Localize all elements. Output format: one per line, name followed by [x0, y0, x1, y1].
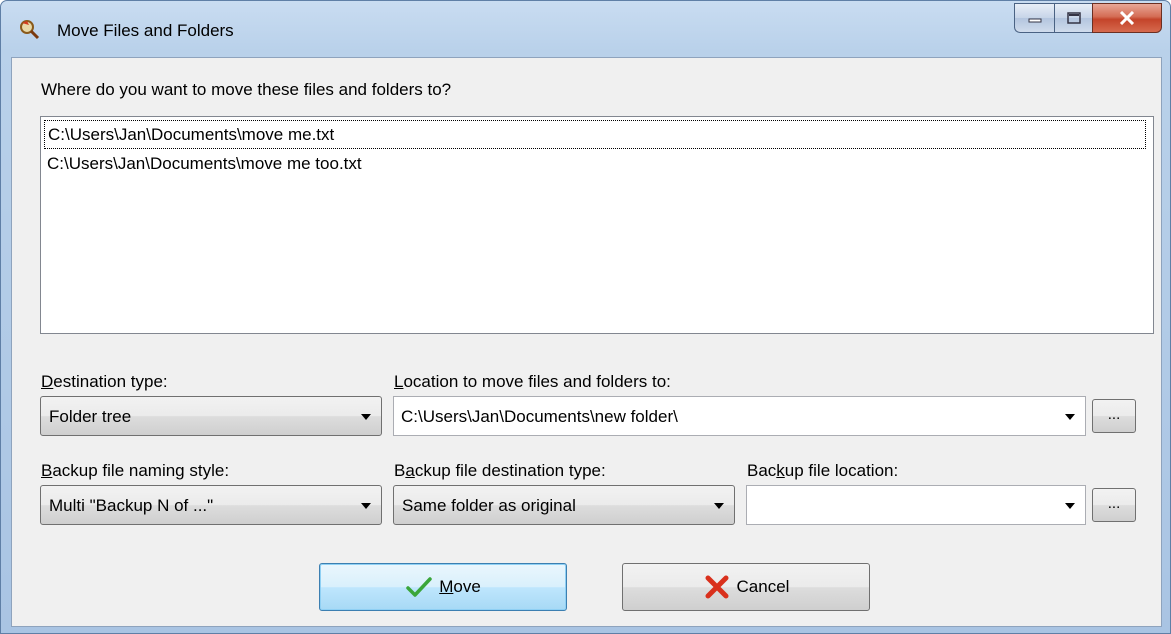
cancel-button-label: Cancel	[736, 577, 790, 596]
minimize-button[interactable]	[1014, 3, 1054, 33]
location-value: C:\Users\Jan\Documents\new folder\	[401, 407, 678, 426]
files-listbox[interactable]: C:\Users\Jan\Documents\move me.txt C:\Us…	[40, 116, 1154, 334]
location-label: Location to move files and folders to:	[394, 372, 671, 391]
chevron-down-icon	[1065, 414, 1075, 420]
backup-naming-select[interactable]: Multi "Backup N of ..."	[40, 485, 382, 525]
close-button[interactable]	[1092, 3, 1162, 33]
red-x-icon	[705, 575, 729, 599]
chevron-down-icon	[361, 414, 371, 420]
backup-destination-type-value: Same folder as original	[402, 496, 576, 515]
backup-destination-type-label: Backup file destination type:	[394, 461, 606, 480]
title-bar[interactable]: Move Files and Folders	[1, 1, 1170, 57]
backup-destination-type-select[interactable]: Same folder as original	[393, 485, 735, 525]
window-controls	[1014, 3, 1162, 37]
checkmark-icon	[406, 577, 432, 597]
maximize-button[interactable]	[1054, 3, 1092, 33]
backup-location-label: Backup file location:	[747, 461, 899, 480]
dialog-window: Move Files and Folders Where do you want…	[0, 0, 1171, 634]
maximize-icon	[1066, 12, 1081, 24]
backup-naming-value: Multi "Backup N of ..."	[49, 496, 214, 515]
window-title: Move Files and Folders	[57, 21, 234, 40]
chevron-down-icon	[714, 503, 724, 509]
minimize-icon	[1028, 18, 1041, 23]
dialog-client-area: Where do you want to move these files an…	[11, 57, 1162, 627]
chevron-down-icon	[361, 503, 371, 509]
browse-location-button[interactable]: ...	[1092, 399, 1136, 433]
list-item[interactable]: C:\Users\Jan\Documents\move me too.txt	[44, 150, 1146, 179]
prompt-text: Where do you want to move these files an…	[41, 80, 452, 99]
destination-type-value: Folder tree	[49, 407, 132, 426]
chevron-down-icon	[1065, 503, 1075, 509]
backup-naming-label: Backup file naming style:	[41, 461, 230, 480]
destination-type-select[interactable]: Folder tree	[40, 396, 382, 436]
list-item[interactable]: C:\Users\Jan\Documents\move me.txt	[44, 120, 1146, 149]
backup-location-combo-input[interactable]	[746, 485, 1086, 525]
app-icon	[19, 19, 41, 41]
destination-type-label: Destination type:	[41, 372, 168, 391]
cancel-button[interactable]: Cancel	[622, 563, 870, 611]
browse-backup-location-button[interactable]: ...	[1092, 488, 1136, 522]
move-button-label: Move	[439, 577, 481, 596]
close-icon	[1119, 11, 1135, 25]
move-button[interactable]: Move	[319, 563, 567, 611]
location-combo-input[interactable]: C:\Users\Jan\Documents\new folder\	[393, 396, 1086, 436]
